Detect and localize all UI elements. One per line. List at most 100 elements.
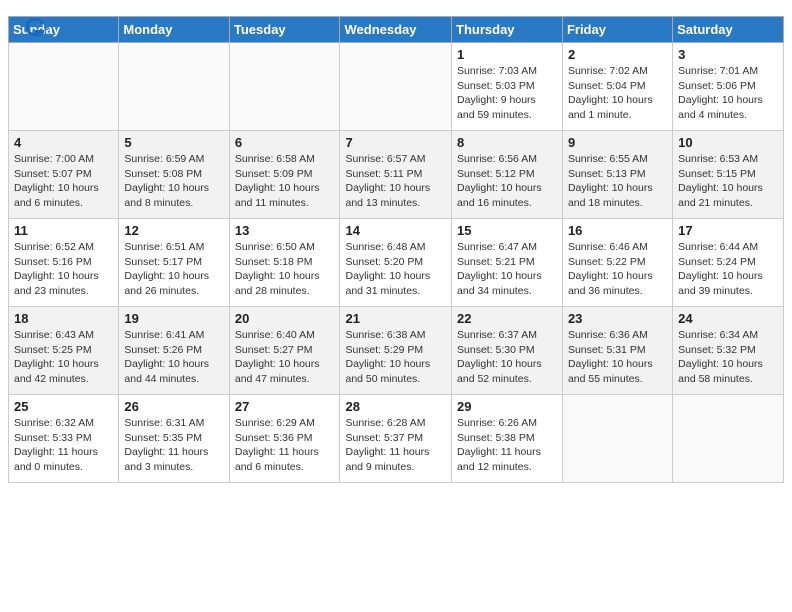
calendar-cell: 28Sunrise: 6:28 AM Sunset: 5:37 PM Dayli… xyxy=(340,395,452,483)
dow-header-saturday: Saturday xyxy=(673,17,784,43)
day-info: Sunrise: 6:59 AM Sunset: 5:08 PM Dayligh… xyxy=(124,152,223,211)
calendar-cell: 20 Sunrise: 6:40 AM Sunset: 5:27 PM Dayli… xyxy=(229,307,340,395)
day-info: Sunrise: 6:47 AM Sunset: 5:21 PM Dayligh… xyxy=(457,240,557,299)
calendar-cell: 1 Sunrise: 7:03 AM Sunset: 5:03 PM Daylig… xyxy=(452,43,563,131)
day-number: 24 xyxy=(678,311,778,326)
calendar-cell xyxy=(340,43,452,131)
day-number: 6 xyxy=(235,135,335,150)
dow-header-thursday: Thursday xyxy=(452,17,563,43)
calendar-cell: 12 Sunrise: 6:51 AM Sunset: 5:17 PM Dayli… xyxy=(119,219,229,307)
day-number: 8 xyxy=(457,135,557,150)
day-number: 10 xyxy=(678,135,778,150)
calendar-cell: 6 Sunrise: 6:58 AM Sunset: 5:09 PM Daylig… xyxy=(229,131,340,219)
calendar-cell: 22 Sunrise: 6:37 AM Sunset: 5:30 PM Dayli… xyxy=(452,307,563,395)
dow-header-tuesday: Tuesday xyxy=(229,17,340,43)
logo xyxy=(20,12,54,42)
calendar-cell: 7 Sunrise: 6:57 AM Sunset: 5:11 PM Daylig… xyxy=(340,131,452,219)
day-number: 13 xyxy=(235,223,335,238)
calendar-cell: 4 Sunrise: 7:00 AM Sunset: 5:07 PM Daylig… xyxy=(9,131,119,219)
calendar-cell: 19 Sunrise: 6:41 AM Sunset: 5:26 PM Dayli… xyxy=(119,307,229,395)
day-info: Sunrise: 6:36 AM Sunset: 5:31 PM Dayligh… xyxy=(568,328,667,387)
day-number: 29 xyxy=(457,399,557,414)
day-info: Sunrise: 7:01 AM Sunset: 5:06 PM Dayligh… xyxy=(678,64,778,123)
calendar-cell: 9 Sunrise: 6:55 AM Sunset: 5:13 PM Daylig… xyxy=(562,131,672,219)
day-number: 11 xyxy=(14,223,113,238)
calendar-cell: 27 Sunrise: 6:29 AM Sunset: 5:36 PM Dayli… xyxy=(229,395,340,483)
calendar-cell: 21 Sunrise: 6:38 AM Sunset: 5:29 PM Dayli… xyxy=(340,307,452,395)
day-number: 12 xyxy=(124,223,223,238)
day-number: 20 xyxy=(235,311,335,326)
day-info: Sunrise: 6:50 AM Sunset: 5:18 PM Dayligh… xyxy=(235,240,335,299)
day-number: 19 xyxy=(124,311,223,326)
calendar-cell: 8 Sunrise: 6:56 AM Sunset: 5:12 PM Daylig… xyxy=(452,131,563,219)
calendar-cell: 18 Sunrise: 6:43 AM Sunset: 5:25 PM Dayli… xyxy=(9,307,119,395)
day-number: 26 xyxy=(124,399,223,414)
calendar-cell: 14 Sunrise: 6:48 AM Sunset: 5:20 PM Dayli… xyxy=(340,219,452,307)
day-info: Sunrise: 6:29 AM Sunset: 5:36 PM Dayligh… xyxy=(235,416,335,475)
day-info: Sunrise: 7:00 AM Sunset: 5:07 PM Dayligh… xyxy=(14,152,113,211)
dow-header-wednesday: Wednesday xyxy=(340,17,452,43)
day-info: Sunrise: 6:41 AM Sunset: 5:26 PM Dayligh… xyxy=(124,328,223,387)
day-info: Sunrise: 6:51 AM Sunset: 5:17 PM Dayligh… xyxy=(124,240,223,299)
calendar-cell xyxy=(673,395,784,483)
calendar-cell: 29 Sunrise: 6:26 AM Sunset: 5:38 PM Dayli… xyxy=(452,395,563,483)
calendar-cell xyxy=(229,43,340,131)
calendar-cell: 3 Sunrise: 7:01 AM Sunset: 5:06 PM Daylig… xyxy=(673,43,784,131)
day-number: 4 xyxy=(14,135,113,150)
day-number: 3 xyxy=(678,47,778,62)
dow-header-monday: Monday xyxy=(119,17,229,43)
calendar-cell: 15 Sunrise: 6:47 AM Sunset: 5:21 PM Dayli… xyxy=(452,219,563,307)
day-info: Sunrise: 6:53 AM Sunset: 5:15 PM Dayligh… xyxy=(678,152,778,211)
day-number: 28 xyxy=(345,399,446,414)
calendar-cell xyxy=(562,395,672,483)
calendar-cell xyxy=(9,43,119,131)
day-info: Sunrise: 7:02 AM Sunset: 5:04 PM Dayligh… xyxy=(568,64,667,123)
day-number: 25 xyxy=(14,399,113,414)
day-info: Sunrise: 6:26 AM Sunset: 5:38 PM Dayligh… xyxy=(457,416,557,475)
dow-header-friday: Friday xyxy=(562,17,672,43)
day-info: Sunrise: 6:58 AM Sunset: 5:09 PM Dayligh… xyxy=(235,152,335,211)
day-info: Sunrise: 6:40 AM Sunset: 5:27 PM Dayligh… xyxy=(235,328,335,387)
day-number: 21 xyxy=(345,311,446,326)
calendar-cell: 17 Sunrise: 6:44 AM Sunset: 5:24 PM Dayli… xyxy=(673,219,784,307)
day-number: 23 xyxy=(568,311,667,326)
day-number: 15 xyxy=(457,223,557,238)
calendar-cell: 11 Sunrise: 6:52 AM Sunset: 5:16 PM Dayli… xyxy=(9,219,119,307)
day-number: 22 xyxy=(457,311,557,326)
day-info: Sunrise: 6:31 AM Sunset: 5:35 PM Dayligh… xyxy=(124,416,223,475)
day-info: Sunrise: 6:38 AM Sunset: 5:29 PM Dayligh… xyxy=(345,328,446,387)
day-number: 7 xyxy=(345,135,446,150)
calendar-cell: 24 Sunrise: 6:34 AM Sunset: 5:32 PM Dayli… xyxy=(673,307,784,395)
day-info: Sunrise: 7:03 AM Sunset: 5:03 PM Dayligh… xyxy=(457,64,557,123)
calendar-cell: 5 Sunrise: 6:59 AM Sunset: 5:08 PM Daylig… xyxy=(119,131,229,219)
day-number: 1 xyxy=(457,47,557,62)
day-number: 2 xyxy=(568,47,667,62)
day-info: Sunrise: 6:52 AM Sunset: 5:16 PM Dayligh… xyxy=(14,240,113,299)
day-info: Sunrise: 6:34 AM Sunset: 5:32 PM Dayligh… xyxy=(678,328,778,387)
day-info: Sunrise: 6:55 AM Sunset: 5:13 PM Dayligh… xyxy=(568,152,667,211)
day-number: 17 xyxy=(678,223,778,238)
calendar-cell xyxy=(119,43,229,131)
calendar-cell: 23 Sunrise: 6:36 AM Sunset: 5:31 PM Dayli… xyxy=(562,307,672,395)
calendar-cell: 26 Sunrise: 6:31 AM Sunset: 5:35 PM Dayli… xyxy=(119,395,229,483)
day-info: Sunrise: 6:32 AM Sunset: 5:33 PM Dayligh… xyxy=(14,416,113,475)
calendar-table: SundayMondayTuesdayWednesdayThursdayFrid… xyxy=(8,16,784,483)
calendar-cell: 25 Sunrise: 6:32 AM Sunset: 5:33 PM Dayli… xyxy=(9,395,119,483)
day-number: 14 xyxy=(345,223,446,238)
day-number: 9 xyxy=(568,135,667,150)
calendar-cell: 2 Sunrise: 7:02 AM Sunset: 5:04 PM Daylig… xyxy=(562,43,672,131)
day-number: 27 xyxy=(235,399,335,414)
day-number: 5 xyxy=(124,135,223,150)
day-number: 18 xyxy=(14,311,113,326)
day-info: Sunrise: 6:56 AM Sunset: 5:12 PM Dayligh… xyxy=(457,152,557,211)
calendar-cell: 16 Sunrise: 6:46 AM Sunset: 5:22 PM Dayli… xyxy=(562,219,672,307)
day-info: Sunrise: 6:48 AM Sunset: 5:20 PM Dayligh… xyxy=(345,240,446,299)
page-header xyxy=(0,0,792,12)
day-info: Sunrise: 6:57 AM Sunset: 5:11 PM Dayligh… xyxy=(345,152,446,211)
day-info: Sunrise: 6:46 AM Sunset: 5:22 PM Dayligh… xyxy=(568,240,667,299)
calendar-cell: 13 Sunrise: 6:50 AM Sunset: 5:18 PM Dayli… xyxy=(229,219,340,307)
day-number: 16 xyxy=(568,223,667,238)
day-info: Sunrise: 6:37 AM Sunset: 5:30 PM Dayligh… xyxy=(457,328,557,387)
day-info: Sunrise: 6:43 AM Sunset: 5:25 PM Dayligh… xyxy=(14,328,113,387)
day-info: Sunrise: 6:44 AM Sunset: 5:24 PM Dayligh… xyxy=(678,240,778,299)
